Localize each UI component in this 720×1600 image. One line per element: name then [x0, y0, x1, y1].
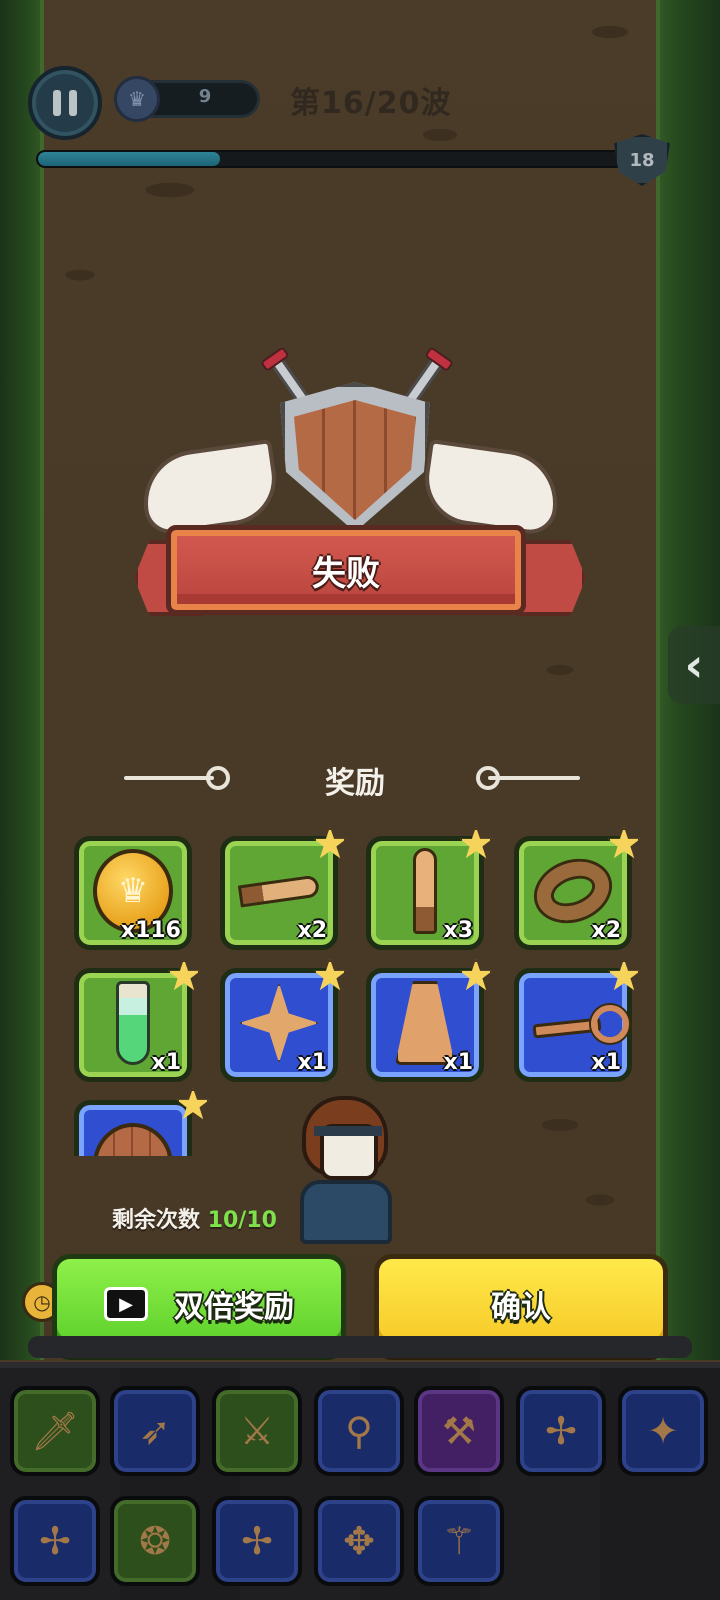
inventory-rail: [28, 1336, 692, 1358]
reward-quantity: x1: [443, 1050, 474, 1075]
divider: [124, 776, 214, 780]
reward-item-round-shield[interactable]: [74, 1100, 192, 1156]
side-panel-toggle[interactable]: ‹: [668, 626, 720, 704]
divider: [488, 776, 580, 780]
reward-item-cloak[interactable]: x1: [366, 959, 493, 1082]
reward-item-ring[interactable]: x2: [514, 827, 641, 950]
video-play-icon: ▶: [104, 1287, 148, 1321]
reward-quantity: x1: [591, 1050, 622, 1075]
reward-item-gold-coin[interactable]: ♛ x116: [74, 836, 192, 950]
wing-icon: [419, 438, 564, 538]
remaining-label: 剩余次数: [112, 1208, 201, 1233]
reward-item-potion-vial[interactable]: x1: [74, 959, 201, 1082]
reward-quantity: x2: [591, 918, 622, 943]
remaining-count: 10/10: [207, 1208, 277, 1233]
reward-quantity: x1: [151, 1050, 182, 1075]
reward-item-shuriken[interactable]: x1: [220, 959, 347, 1082]
reward-quantity: x3: [443, 918, 474, 943]
reward-quantity: x2: [297, 918, 328, 943]
result-title: 失败: [312, 553, 380, 594]
result-banner: 失败: [166, 525, 526, 615]
reward-quantity: x1: [297, 1050, 328, 1075]
reward-item-dagger[interactable]: x2: [220, 827, 347, 950]
defeat-emblem: 失败: [130, 340, 590, 640]
hero-character: [296, 1096, 396, 1246]
wing-icon: [137, 438, 282, 538]
reward-item-hook[interactable]: x1: [514, 959, 641, 1082]
reward-scroll-area[interactable]: [60, 1080, 220, 1156]
remaining-attempts: 剩余次数 10/10: [112, 1202, 277, 1234]
reward-quantity: x116: [120, 918, 181, 943]
round-shield-icon: [93, 1115, 173, 1156]
double-reward-label: 双倍奖励: [174, 1290, 294, 1325]
rewards-title: 奖励: [325, 766, 385, 801]
reward-item-short-sword[interactable]: x3: [366, 827, 493, 950]
chevron-left-icon: ‹: [684, 638, 704, 692]
confirm-label: 确认: [491, 1290, 551, 1325]
